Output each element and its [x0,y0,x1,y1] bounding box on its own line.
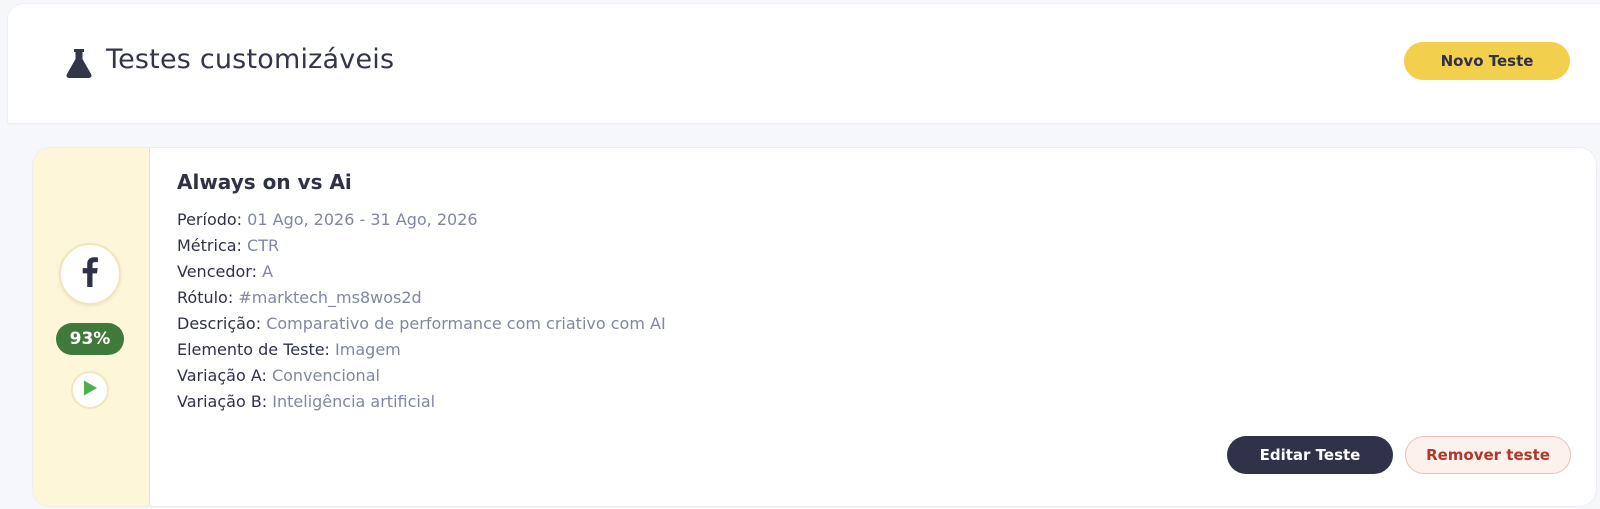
detail-label: Período: [177,210,243,229]
detail-value: CTR [247,236,280,255]
edit-test-button[interactable]: Editar Teste [1227,436,1393,474]
detail-value: A [262,262,274,281]
test-name: Always on vs Ai [177,170,352,194]
play-icon [82,379,98,401]
detail-value: Inteligência artificial [272,392,436,411]
detail-label: Vencedor: [177,262,257,281]
detail-row-period: Período: 01 Ago, 2026 - 31 Ago, 2026 [177,207,666,233]
detail-label: Variação A: [177,366,267,385]
facebook-icon [81,257,99,291]
play-button[interactable] [71,371,109,409]
detail-row-variation-a: Variação A: Convencional [177,363,666,389]
detail-row-metric: Métrica: CTR [177,233,666,259]
detail-label: Descrição: [177,314,262,333]
test-card: 93% Always on vs Ai Período: 01 Ago, 202… [32,147,1597,507]
header-panel: Testes customizáveis Novo Teste [8,4,1600,123]
page-title: Testes customizáveis [106,44,395,75]
detail-label: Elemento de Teste: [177,340,330,359]
detail-value: Comparativo de performance com criativo … [266,314,666,333]
score-badge: 93% [56,323,124,355]
detail-label: Variação B: [177,392,268,411]
remove-test-button[interactable]: Remover teste [1405,436,1571,474]
platform-badge [59,243,121,305]
detail-row-variation-b: Variação B: Inteligência artificial [177,389,666,415]
card-side-panel: 93% [33,148,150,506]
flask-icon [64,47,94,79]
detail-row-test-element: Elemento de Teste: Imagem [177,337,666,363]
detail-row-label: Rótulo: #marktech_ms8wos2d [177,285,666,311]
detail-row-winner: Vencedor: A [177,259,666,285]
detail-label: Rótulo: [177,288,234,307]
detail-value: 01 Ago, 2026 - 31 Ago, 2026 [247,210,478,229]
detail-value: Imagem [335,340,401,359]
detail-label: Métrica: [177,236,242,255]
detail-row-description: Descrição: Comparativo de performance co… [177,311,666,337]
new-test-button[interactable]: Novo Teste [1404,42,1570,80]
detail-value: Convencional [271,366,380,385]
test-details: Período: 01 Ago, 2026 - 31 Ago, 2026 Mét… [177,207,666,415]
detail-value: #marktech_ms8wos2d [238,288,422,307]
